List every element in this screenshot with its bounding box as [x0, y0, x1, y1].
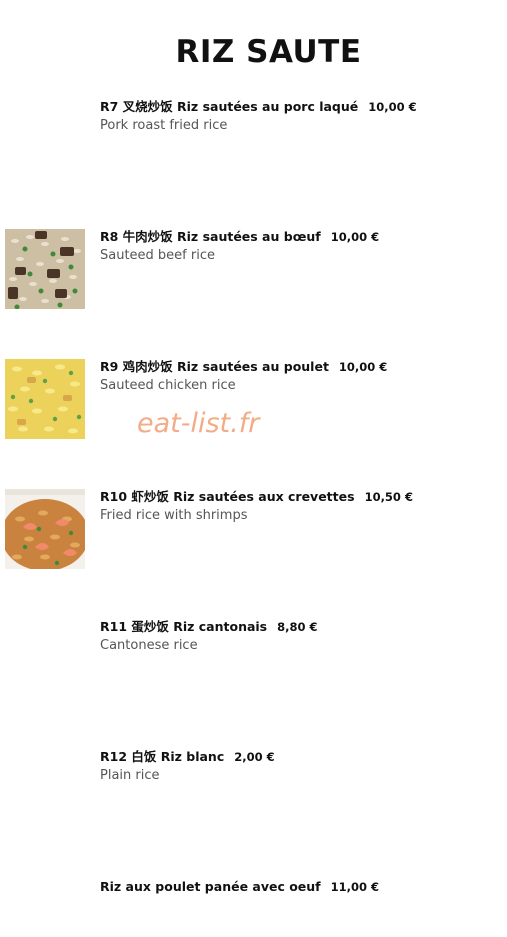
item-price: 10,00 € — [368, 100, 417, 114]
menu-item-r9[interactable]: R9 鸡肉炒饭 Riz sautées au poulet 10,00 € Sau… — [100, 359, 500, 394]
item-description: Plain rice — [100, 768, 160, 783]
item-name: R11 蛋炒饭 Riz cantonais — [100, 619, 268, 634]
item-price: 8,80 € — [277, 620, 318, 634]
beef-fried-rice-photo — [5, 229, 85, 309]
item-name: R9 鸡肉炒饭 Riz sautées au poulet — [100, 359, 329, 374]
item-description: Cantonese rice — [100, 638, 198, 653]
item-name: R12 白饭 Riz blanc — [100, 749, 225, 764]
item-name: R8 牛肉炒饭 Riz sautées au bœuf — [100, 229, 321, 244]
menu-item-breaded-chicken-rice[interactable]: Riz aux poulet panée avec oeuf 11,00 € — [100, 879, 500, 895]
menu-item-r8[interactable]: R8 牛肉炒饭 Riz sautées au bœuf 10,00 € Saute… — [100, 229, 500, 264]
item-price: 10,00 € — [338, 360, 388, 374]
item-description: Sauteed chicken rice — [100, 378, 236, 393]
item-description: Fried rice with shrimps — [100, 508, 248, 523]
watermark: eat-list.fr — [137, 408, 260, 439]
item-name: R7 叉烧炒饭 Riz sautées au porc laqué — [100, 99, 359, 114]
item-name: Riz aux poulet panée avec oeuf — [100, 879, 321, 894]
item-description: Sauteed beef rice — [100, 248, 215, 263]
page-title: RIZ SAUTE — [175, 34, 362, 70]
item-price: 10,00 € — [330, 230, 380, 244]
chicken-fried-rice-photo — [5, 359, 85, 439]
shrimp-fried-rice-photo — [5, 489, 85, 569]
menu-item-r10[interactable]: R10 虾炒饭 Riz sautées aux crevettes 10,50 €… — [100, 489, 500, 524]
menu-item-r7[interactable]: R7 叉烧炒饭 Riz sautées au porc laqué 10,00 €… — [100, 99, 500, 134]
item-price: 2,00 € — [234, 750, 275, 764]
item-description: Pork roast fried rice — [100, 118, 228, 133]
menu-item-r11[interactable]: R11 蛋炒饭 Riz cantonais 8,80 € Cantonese ri… — [100, 619, 500, 654]
menu-item-r12[interactable]: R12 白饭 Riz blanc 2,00 € Plain rice — [100, 749, 500, 784]
item-name: R10 虾炒饭 Riz sautées aux crevettes — [100, 489, 355, 504]
item-price: 11,00 € — [330, 880, 380, 894]
item-price: 10,50 € — [364, 490, 413, 504]
